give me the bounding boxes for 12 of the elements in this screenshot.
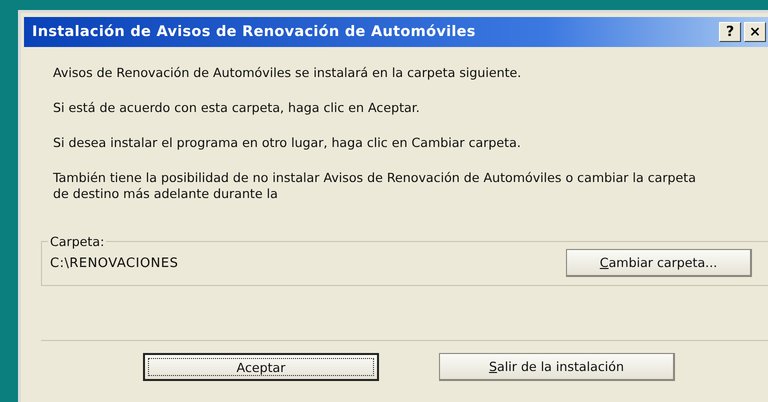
instruction-text: También tiene la posibilidad de no instalar Avisos de Renovación de Automóviles o cambiar la carpeta de destino más adelante durante la bbox=[53, 170, 697, 202]
instruction-text: Avisos de Renovación de Automóviles se instalará en la carpeta siguiente. bbox=[53, 65, 522, 81]
window-title: Instalación de Avisos de Renovación de Automóviles bbox=[32, 24, 477, 40]
folder-path: C:\RENOVACIONES bbox=[50, 256, 178, 270]
close-button[interactable]: × bbox=[744, 22, 766, 42]
instruction-text: Si está de acuerdo con esta carpeta, haga clic en Aceptar. bbox=[53, 100, 421, 116]
accept-button[interactable]: Aceptar bbox=[143, 353, 379, 381]
help-button[interactable]: ? bbox=[719, 22, 741, 42]
exit-setup-button[interactable]: Salir de la instalación bbox=[439, 353, 675, 381]
group-label: Carpeta: bbox=[49, 234, 106, 249]
instruction-text: Si desea instalar el programa en otro lugar, haga clic en Cambiar carpeta. bbox=[53, 135, 522, 151]
change-folder-button[interactable]: Cambiar carpeta... bbox=[566, 249, 752, 277]
